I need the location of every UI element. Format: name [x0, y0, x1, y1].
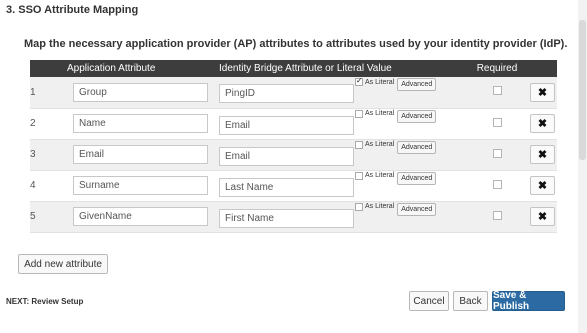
- mapping-description: Map the necessary application provider (…: [24, 38, 568, 50]
- add-attribute-button[interactable]: Add new attribute: [18, 254, 108, 274]
- row-number: 2: [30, 108, 64, 140]
- identity-attribute-group: PingID As Literal Advanced: [219, 76, 464, 104]
- delete-cell: ✖: [530, 139, 557, 171]
- delete-row-button[interactable]: ✖: [530, 82, 555, 102]
- required-checkbox-icon[interactable]: [492, 117, 502, 127]
- advanced-button[interactable]: Advanced: [397, 171, 437, 185]
- app-attribute-input[interactable]: Group: [73, 82, 208, 102]
- advanced-button[interactable]: Advanced: [397, 78, 437, 92]
- app-attribute-cell: GivenName: [64, 201, 219, 233]
- identity-attribute-cell: PingID As Literal Advanced: [219, 76, 464, 109]
- delete-cell: ✖: [530, 170, 557, 202]
- header-identity-attribute: Identity Bridge Attribute or Literal Val…: [219, 60, 464, 77]
- required-cell: [464, 170, 530, 202]
- identity-attribute-group: First Name As Literal Advanced: [219, 202, 464, 228]
- advanced-button[interactable]: Advanced: [397, 202, 437, 216]
- identity-attribute-cell: Email As Literal Advanced: [219, 139, 464, 171]
- as-literal-label: As Literal: [365, 203, 395, 210]
- header-identity-label: Identity Bridge Attribute or Literal Val…: [219, 63, 392, 74]
- app-attribute-input[interactable]: Surname: [73, 176, 208, 195]
- identity-attribute-input[interactable]: PingID: [219, 84, 354, 104]
- identity-attribute-input[interactable]: Email: [219, 115, 354, 135]
- row-number: 3: [30, 139, 64, 171]
- identity-attribute-input[interactable]: First Name: [219, 208, 354, 228]
- row-number: 4: [30, 170, 64, 202]
- advanced-button[interactable]: Advanced: [397, 109, 437, 123]
- delete-row-button[interactable]: ✖: [530, 145, 555, 164]
- as-literal-checkbox-icon[interactable]: [355, 76, 363, 87]
- app-attribute-cell: Surname: [64, 170, 219, 202]
- table-row: 1 Group PingID As Literal Advanced ✖: [30, 76, 557, 109]
- as-literal-option[interactable]: As Literal: [355, 109, 395, 118]
- delete-cell: ✖: [530, 108, 557, 140]
- header-number: [30, 60, 64, 77]
- required-cell: [464, 108, 530, 140]
- as-literal-option[interactable]: As Literal: [355, 140, 395, 149]
- table-row: 2 Name Email As Literal Advanced ✖: [30, 108, 557, 140]
- identity-attribute-group: Last Name As Literal Advanced: [219, 171, 464, 197]
- close-x-icon: ✖: [537, 149, 548, 161]
- close-x-icon: ✖: [537, 118, 548, 130]
- as-literal-option[interactable]: As Literal: [355, 171, 395, 180]
- row-number: 5: [30, 201, 64, 233]
- required-cell: [464, 77, 530, 109]
- required-checkbox-icon[interactable]: [492, 179, 502, 189]
- required-checkbox-icon[interactable]: [492, 210, 502, 220]
- app-attribute-cell: Group: [64, 77, 219, 109]
- close-x-icon: ✖: [537, 211, 548, 223]
- delete-cell: ✖: [530, 77, 557, 109]
- required-cell: [464, 201, 530, 233]
- back-button[interactable]: Back: [453, 291, 488, 311]
- app-attribute-input[interactable]: Name: [73, 114, 208, 133]
- required-checkbox-icon[interactable]: [492, 86, 502, 96]
- header-application-label: Application Attribute: [67, 63, 156, 74]
- scrollbar-thumb[interactable]: [579, 20, 586, 160]
- scrollbar[interactable]: [578, 0, 587, 333]
- identity-attribute-group: Email As Literal Advanced: [219, 140, 464, 166]
- required-checkbox-icon[interactable]: [492, 148, 502, 158]
- app-attribute-input[interactable]: GivenName: [73, 207, 208, 226]
- identity-attribute-group: Email As Literal Advanced: [219, 109, 464, 135]
- next-step-label: NEXT: Review Setup: [6, 297, 84, 306]
- app-attribute-cell: Name: [64, 108, 219, 140]
- table-row: 4 Surname Last Name As Literal Advanced …: [30, 170, 557, 202]
- header-delete: [530, 60, 557, 77]
- attribute-mapping-table: Application Attribute Identity Bridge At…: [30, 60, 557, 233]
- table-row: 3 Email Email As Literal Advanced ✖: [30, 139, 557, 171]
- table-header-row: Application Attribute Identity Bridge At…: [30, 60, 557, 77]
- identity-attribute-cell: Last Name As Literal Advanced: [219, 170, 464, 202]
- as-literal-option[interactable]: As Literal: [355, 202, 395, 211]
- identity-attribute-input[interactable]: Email: [219, 146, 354, 166]
- app-attribute-cell: Email: [64, 139, 219, 171]
- as-literal-label: As Literal: [365, 141, 395, 148]
- as-literal-checkbox-icon[interactable]: [355, 202, 363, 211]
- identity-attribute-cell: Email As Literal Advanced: [219, 108, 464, 140]
- save-publish-button[interactable]: Save & Publish: [492, 290, 565, 312]
- close-x-icon: ✖: [537, 180, 548, 192]
- as-literal-checkbox-icon[interactable]: [355, 171, 363, 180]
- header-required: Required: [464, 60, 530, 77]
- as-literal-checkbox-icon[interactable]: [355, 140, 363, 149]
- delete-row-button[interactable]: ✖: [530, 207, 555, 226]
- as-literal-checkbox-icon[interactable]: [355, 109, 363, 118]
- cancel-button[interactable]: Cancel: [409, 291, 449, 311]
- table-row: 5 GivenName First Name As Literal Advanc…: [30, 201, 557, 233]
- identity-attribute-cell: First Name As Literal Advanced: [219, 201, 464, 233]
- identity-attribute-input[interactable]: Last Name: [219, 177, 354, 197]
- app-attribute-input[interactable]: Email: [73, 145, 208, 164]
- section-title: 3. SSO Attribute Mapping: [6, 4, 139, 16]
- row-number: 1: [30, 77, 64, 109]
- as-literal-label: As Literal: [365, 172, 395, 179]
- as-literal-label: As Literal: [365, 110, 395, 117]
- advanced-button[interactable]: Advanced: [397, 140, 437, 154]
- delete-row-button[interactable]: ✖: [530, 114, 555, 133]
- required-cell: [464, 139, 530, 171]
- header-required-label: Required: [476, 63, 518, 74]
- close-x-icon: ✖: [537, 86, 548, 99]
- as-literal-label: As Literal: [365, 78, 395, 86]
- header-application-attribute: Application Attribute: [64, 60, 219, 77]
- delete-row-button[interactable]: ✖: [530, 176, 555, 195]
- as-literal-option[interactable]: As Literal: [355, 76, 395, 87]
- delete-cell: ✖: [530, 201, 557, 233]
